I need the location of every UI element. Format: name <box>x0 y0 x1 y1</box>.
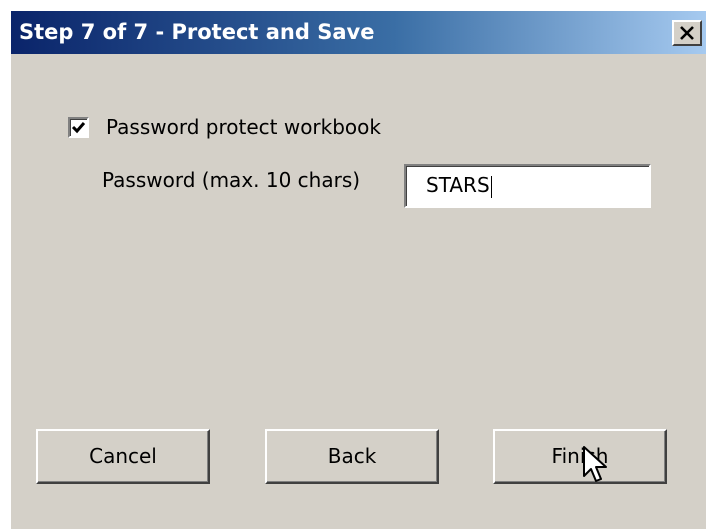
title-bar[interactable]: Step 7 of 7 - Protect and Save <box>11 11 706 54</box>
finish-button[interactable]: Finish <box>493 429 667 484</box>
checkmark-icon <box>71 122 86 134</box>
password-protect-label[interactable]: Password protect workbook <box>106 115 381 139</box>
mouse-pointer-icon <box>583 446 607 482</box>
password-protect-checkbox[interactable] <box>68 117 89 138</box>
dialog-title: Step 7 of 7 - Protect and Save <box>19 20 375 44</box>
password-value: STARS <box>426 173 490 197</box>
text-caret <box>490 175 492 198</box>
cancel-button[interactable]: Cancel <box>36 429 210 484</box>
protect-and-save-dialog: Step 7 of 7 - Protect and Save Password … <box>10 10 706 529</box>
close-icon <box>680 26 694 40</box>
close-button[interactable] <box>672 20 702 46</box>
password-input[interactable]: STARS <box>404 164 651 208</box>
password-label: Password (max. 10 chars) <box>102 168 361 192</box>
back-button[interactable]: Back <box>265 429 439 484</box>
